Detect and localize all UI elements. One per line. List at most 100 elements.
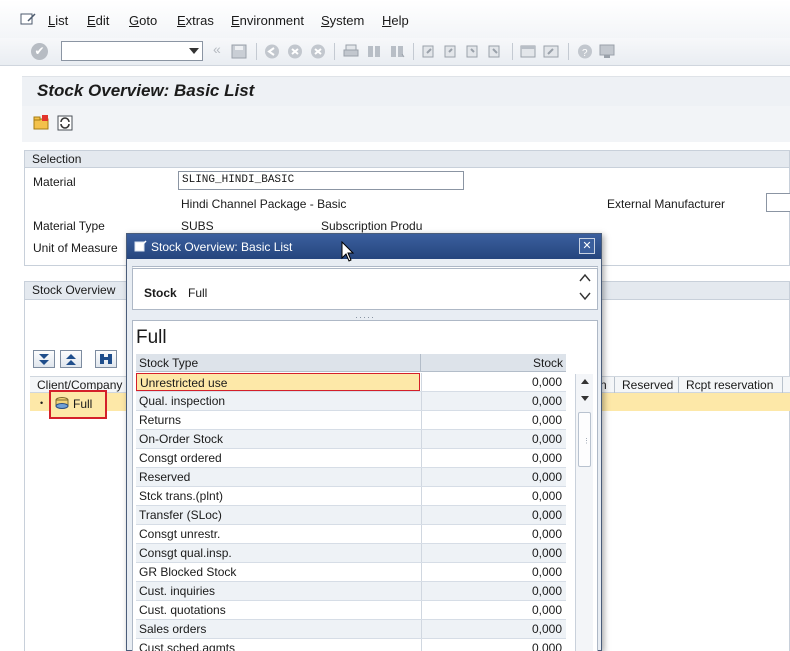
customize-layout-icon[interactable] [599, 44, 615, 59]
stock-table-row[interactable]: Cust. quotations 0,000 [136, 601, 566, 620]
stock-type-cell[interactable]: Consgt ordered [136, 449, 420, 467]
stock-quantity-cell[interactable]: 0,000 [421, 449, 566, 467]
external-manufacturer-field[interactable] [766, 193, 790, 212]
stock-quantity-cell[interactable]: 0,000 [421, 468, 566, 486]
stock-table-row[interactable]: Returns 0,000 [136, 411, 566, 430]
stock-table-row[interactable]: Stck trans.(plnt) 0,000 [136, 487, 566, 506]
last-page-icon[interactable] [487, 44, 503, 59]
chevron-down-icon[interactable] [189, 48, 199, 54]
find-next-icon[interactable] [389, 44, 405, 59]
stock-table-row[interactable]: Consgt ordered 0,000 [136, 449, 566, 468]
stock-type-cell[interactable]: Transfer (SLoc) [136, 506, 420, 524]
stock-table-row[interactable]: Reserved 0,000 [136, 468, 566, 487]
scroll-down-icon[interactable] [580, 395, 590, 403]
column-stock[interactable]: Stock [533, 356, 563, 370]
scroll-thumb[interactable]: ⋮ [578, 412, 591, 467]
stock-quantity-cell[interactable]: 0,000 [421, 430, 566, 448]
expand-all-button[interactable] [33, 350, 55, 368]
stock-type-cell[interactable]: GR Blocked Stock [136, 563, 420, 581]
stock-quantity-cell[interactable]: 0,000 [421, 620, 566, 638]
previous-page-icon[interactable] [443, 44, 459, 59]
refresh-icon[interactable] [56, 114, 74, 132]
stock-type-cell[interactable]: Sales orders [136, 620, 420, 638]
mouse-cursor-icon [341, 241, 355, 262]
stock-quantity-cell[interactable]: 0,000 [421, 582, 566, 600]
tree-node-full[interactable]: Full [49, 390, 107, 419]
column-rcpt-reservation[interactable]: Rcpt reservation [686, 378, 773, 392]
menu-goto[interactable]: Goto [129, 13, 157, 28]
stock-table-row[interactable]: Consgt qual.insp. 0,000 [136, 544, 566, 563]
folder-icon[interactable] [32, 114, 50, 132]
find-tree-button[interactable] [95, 350, 117, 368]
collapse-all-icon [66, 354, 76, 365]
dialog-title-bar[interactable]: Stock Overview: Basic List ✕ [127, 234, 601, 259]
stock-type-cell[interactable]: Qual. inspection [136, 392, 420, 410]
shortcut-icon[interactable] [543, 44, 559, 59]
stock-table-row[interactable]: Cust.sched.agmts 0,000 [136, 639, 566, 651]
command-field[interactable] [61, 41, 203, 61]
material-field[interactable]: SLING_HINDI_BASIC [178, 171, 464, 190]
menu-list[interactable]: List [48, 13, 68, 28]
stock-overview-dialog: Stock Overview: Basic List ✕ Stock Full … [126, 233, 602, 651]
stock-type-cell[interactable]: Returns [136, 411, 420, 429]
chevron-down-icon[interactable] [579, 291, 591, 301]
stock-type-cell[interactable]: Stck trans.(plnt) [136, 487, 420, 505]
section-title: Full [136, 327, 167, 348]
menu-edit[interactable]: Edit [87, 13, 109, 28]
column-stock-type[interactable]: Stock Type [139, 356, 198, 370]
stock-table-row[interactable]: Cust. inquiries 0,000 [136, 582, 566, 601]
vertical-scrollbar[interactable]: ⋮ [575, 374, 593, 651]
next-page-icon[interactable] [465, 44, 481, 59]
collapse-all-button[interactable] [60, 350, 82, 368]
chevron-up-icon[interactable] [579, 273, 591, 283]
menu-environment[interactable]: Environment [231, 13, 304, 28]
stock-type-cell[interactable]: Cust. inquiries [136, 582, 420, 600]
stock-type-cell[interactable]: Cust. quotations [136, 601, 420, 619]
stock-quantity-cell[interactable]: 0,000 [421, 601, 566, 619]
save-icon[interactable] [231, 44, 247, 59]
stock-quantity-cell[interactable]: 0,000 [421, 487, 566, 505]
close-button[interactable]: ✕ [579, 238, 595, 254]
stock-type-cell[interactable]: Reserved [136, 468, 420, 486]
stock-quantity-cell[interactable]: 0,000 [421, 373, 566, 391]
stock-table-row[interactable]: Unrestricted use 0,000 [136, 373, 566, 392]
stock-quantity-cell[interactable]: 0,000 [421, 544, 566, 562]
enter-check-icon[interactable]: ✔ [31, 43, 48, 60]
menu-system[interactable]: System [321, 13, 364, 28]
dialog-content: Full Stock Type Stock Unrestricted use 0,… [132, 320, 598, 651]
find-icon[interactable] [366, 44, 382, 59]
help-icon[interactable]: ? [577, 44, 593, 59]
stock-type-cell[interactable]: Consgt unrestr. [136, 525, 420, 543]
stock-quantity-cell[interactable]: 0,000 [421, 563, 566, 581]
stock-quantity-cell[interactable]: 0,000 [421, 506, 566, 524]
stock-table-row[interactable]: On-Order Stock 0,000 [136, 430, 566, 449]
stock-table-row[interactable]: GR Blocked Stock 0,000 [136, 563, 566, 582]
double-chevron-left-icon[interactable]: « [213, 41, 221, 57]
stock-quantity-cell[interactable]: 0,000 [421, 392, 566, 410]
new-session-icon[interactable] [520, 44, 536, 59]
stock-type-cell[interactable]: Unrestricted use [136, 373, 420, 391]
first-page-icon[interactable] [421, 44, 437, 59]
stock-quantity-cell[interactable]: 0,000 [421, 639, 566, 651]
column-divider [614, 377, 615, 393]
column-reserved[interactable]: Reserved [622, 378, 673, 392]
menu-extras[interactable]: Extras [177, 13, 214, 28]
stock-quantity-cell[interactable]: 0,000 [421, 525, 566, 543]
exit-icon[interactable] [287, 44, 303, 59]
stock-table-row[interactable]: Sales orders 0,000 [136, 620, 566, 639]
stock-type-cell[interactable]: On-Order Stock [136, 430, 420, 448]
menu-icon[interactable] [20, 12, 36, 26]
scroll-up-icon[interactable] [580, 377, 590, 385]
cancel-icon[interactable] [310, 44, 326, 59]
close-icon: ✕ [582, 240, 592, 252]
stock-table-row[interactable]: Qual. inspection 0,000 [136, 392, 566, 411]
stock-table-row[interactable]: Consgt unrestr. 0,000 [136, 525, 566, 544]
stock-table-row[interactable]: Transfer (SLoc) 0,000 [136, 506, 566, 525]
stock-quantity-cell[interactable]: 0,000 [421, 411, 566, 429]
application-toolbar [22, 106, 790, 142]
stock-type-cell[interactable]: Consgt qual.insp. [136, 544, 420, 562]
stock-type-cell[interactable]: Cust.sched.agmts [136, 639, 420, 651]
menu-help[interactable]: Help [382, 13, 409, 28]
print-icon[interactable] [343, 44, 359, 59]
back-icon[interactable] [264, 44, 280, 59]
